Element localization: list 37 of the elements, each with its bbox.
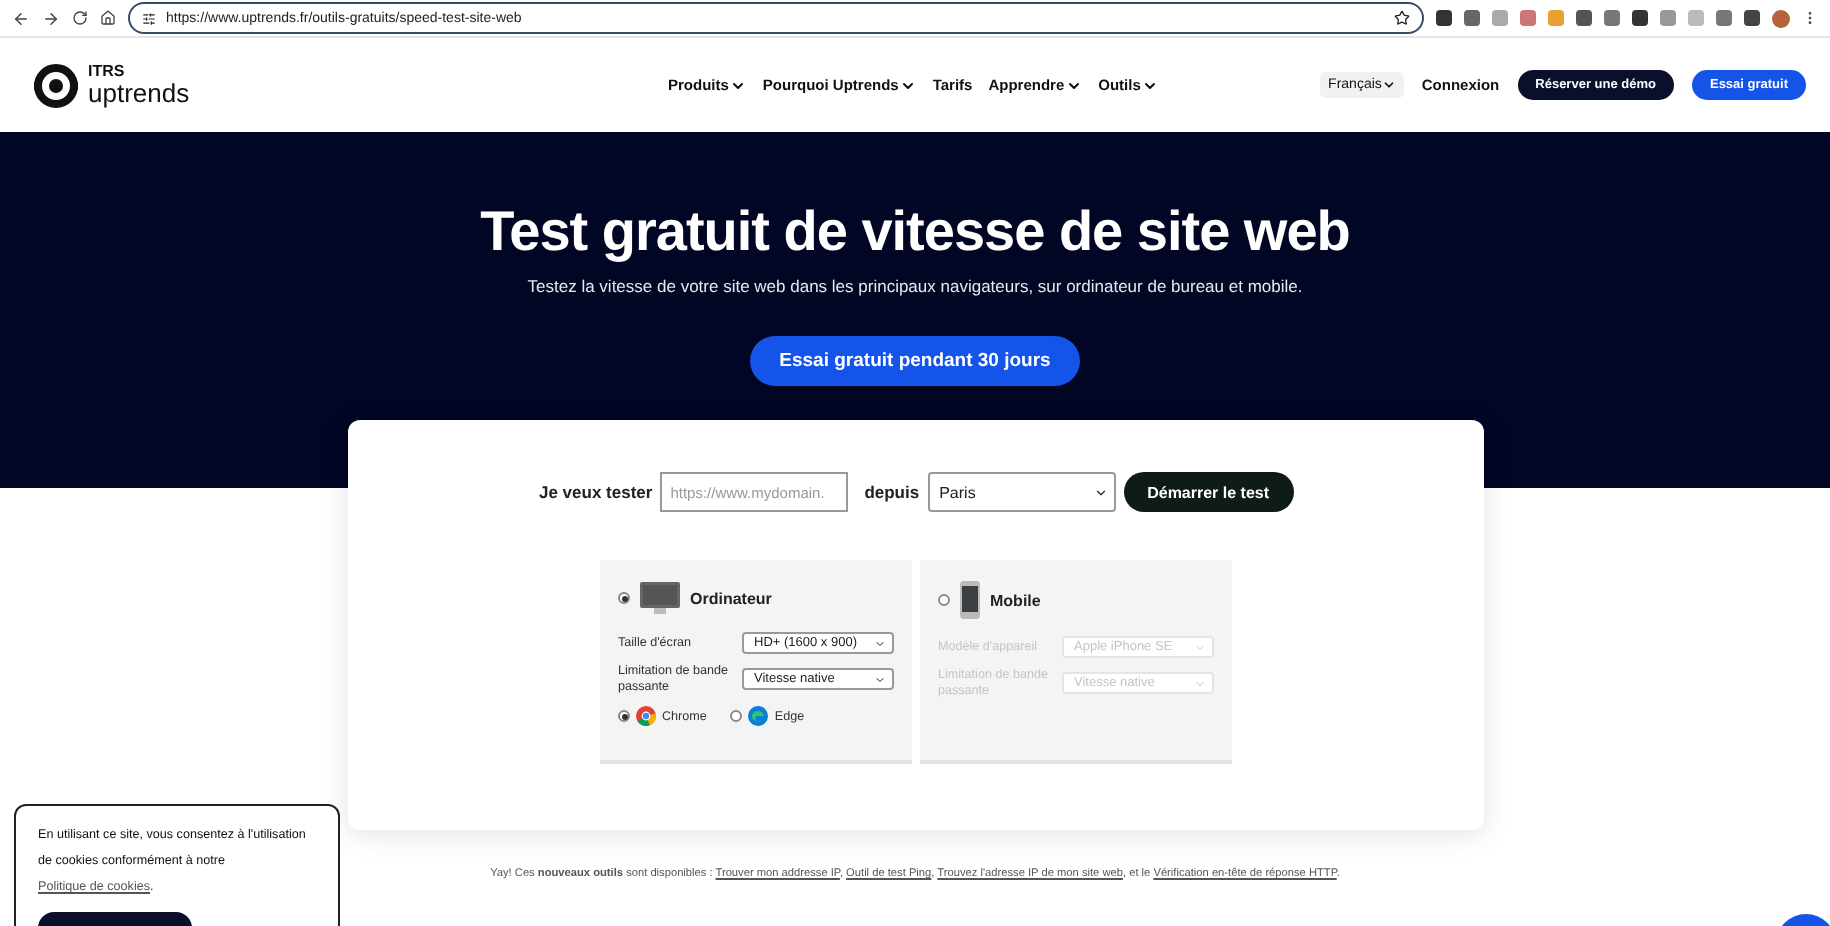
device-radio[interactable]	[618, 592, 630, 604]
chrome-icon	[636, 706, 656, 727]
location-select[interactable]: Paris	[927, 472, 1116, 512]
logo-text: ITRS	[88, 64, 127, 80]
chevron-down-icon	[1142, 77, 1159, 93]
forward-icon[interactable]	[42, 9, 60, 27]
chevron-down-icon	[1194, 677, 1206, 690]
monitor-icon	[638, 580, 682, 616]
chevron-down-icon	[900, 77, 917, 93]
hero-subtitle: Testez la vitesse de votre site web dans les principaux navigateurs, sur ordinateur de bureau et mobile.	[527, 276, 1303, 296]
chevron-down-icon	[1381, 78, 1396, 92]
logo-text: uptrends	[88, 80, 190, 106]
device-radio[interactable]	[938, 594, 950, 606]
browser-radio[interactable]	[730, 710, 743, 723]
trial-button[interactable]: Essai gratuit pendant 30 jours	[749, 336, 1081, 386]
phone-icon	[958, 580, 982, 620]
chevron-down-icon	[874, 637, 886, 649]
field-label: depuis	[864, 482, 920, 502]
back-icon[interactable]	[12, 9, 30, 27]
device-title: Mobile	[990, 591, 1041, 609]
field-label: Je veux tester	[538, 482, 653, 502]
edge-icon	[748, 706, 769, 727]
chevron-down-icon	[730, 77, 747, 93]
avatar-icon[interactable]	[1772, 9, 1790, 27]
site-settings-icon[interactable]	[142, 11, 156, 25]
device-title: Ordinateur	[690, 589, 772, 607]
start-test-button[interactable]: Démarrer le test	[1123, 472, 1294, 512]
chevron-down-icon	[1194, 641, 1206, 653]
chevron-down-icon	[874, 673, 886, 686]
reload-icon[interactable]	[72, 10, 88, 26]
bookmark-star-icon[interactable]	[1394, 10, 1410, 26]
home-icon[interactable]	[100, 10, 116, 26]
hero-title: Test gratuit de vitesse de site web	[480, 200, 1350, 264]
browser-radio[interactable]	[618, 710, 630, 723]
chevron-down-icon	[1066, 77, 1083, 93]
logo-icon	[32, 61, 80, 109]
chevron-down-icon	[1093, 485, 1108, 499]
